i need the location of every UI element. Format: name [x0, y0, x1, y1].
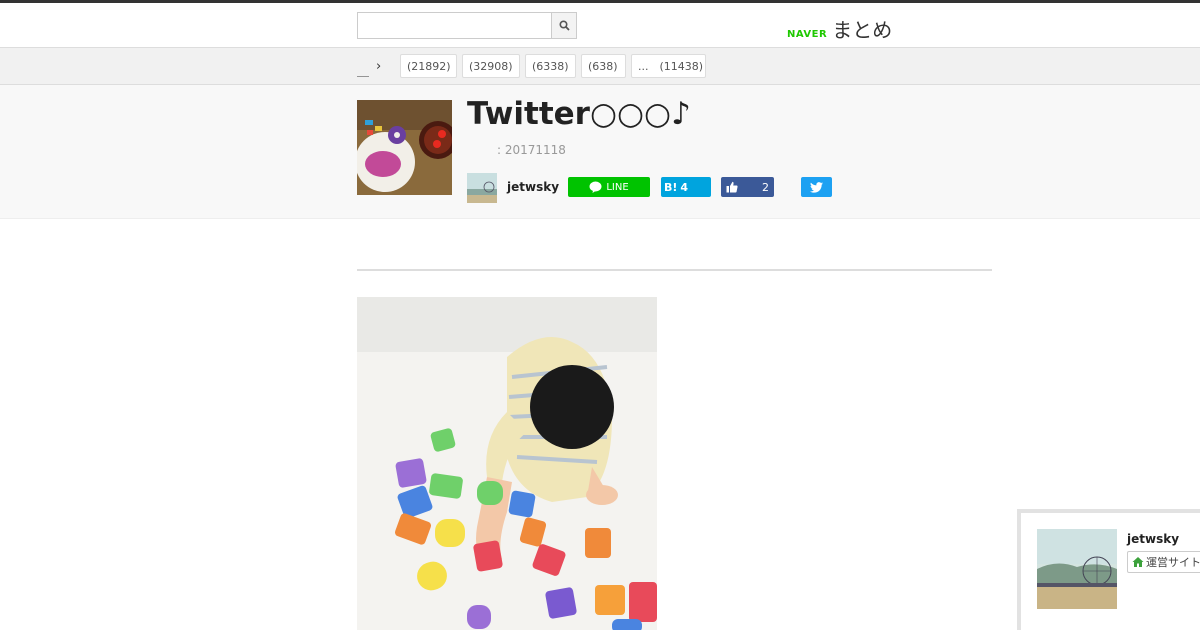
logo-service: まとめ — [832, 18, 893, 42]
author-card-name[interactable]: jetwsky — [1127, 532, 1179, 546]
line-icon — [589, 181, 602, 193]
breadcrumb-home[interactable]: ＿ — [357, 62, 369, 79]
category-item[interactable]: (6338) — [525, 54, 576, 78]
twitter-share-button[interactable] — [801, 177, 832, 197]
author-card-avatar[interactable] — [1037, 529, 1117, 609]
search-input[interactable] — [358, 13, 552, 38]
content-divider — [357, 269, 992, 271]
top-header: NAVER まとめ — [0, 0, 1200, 48]
search-button[interactable] — [551, 13, 576, 38]
category-item[interactable]: (21892) — [400, 54, 457, 78]
author-avatar[interactable] — [467, 173, 497, 203]
hatena-count: 4 — [680, 180, 689, 194]
article-main-image — [357, 297, 657, 630]
twitter-bird-icon — [810, 181, 823, 193]
author-profile-card: jetwsky 運営サイト — [1017, 509, 1200, 630]
category-bar: ＿ › (21892) (32908) (6338) (638) ... (11… — [0, 48, 1200, 85]
like-count: 2 — [762, 180, 769, 194]
chevron-right-icon: › — [376, 59, 382, 74]
facebook-like-button[interactable]: 2 — [721, 177, 774, 197]
logo-brand: NAVER — [787, 29, 828, 40]
article-date: : 20171118 — [497, 143, 566, 157]
line-share-label: LINE — [606, 181, 629, 193]
naver-matome-logo[interactable]: NAVER まとめ — [787, 14, 892, 43]
article-thumbnail — [357, 100, 452, 195]
hatena-label: B! — [664, 180, 678, 194]
line-share-button[interactable]: LINE — [568, 177, 650, 197]
category-item[interactable]: (32908) — [462, 54, 520, 78]
operating-site-button[interactable]: 運営サイト — [1127, 551, 1200, 573]
operating-site-label: 運営サイト — [1146, 556, 1200, 569]
article-title: Twitter○○○♪ — [467, 96, 691, 132]
search-icon — [559, 20, 570, 31]
search-box — [357, 12, 577, 39]
hatena-bookmark-button[interactable]: B! 4 — [661, 177, 711, 197]
thumbs-up-icon — [726, 181, 738, 193]
author-name[interactable]: jetwsky — [507, 180, 559, 194]
category-item[interactable]: ... (11438) — [631, 54, 706, 78]
category-item[interactable]: (638) — [581, 54, 626, 78]
house-icon — [1132, 557, 1144, 567]
